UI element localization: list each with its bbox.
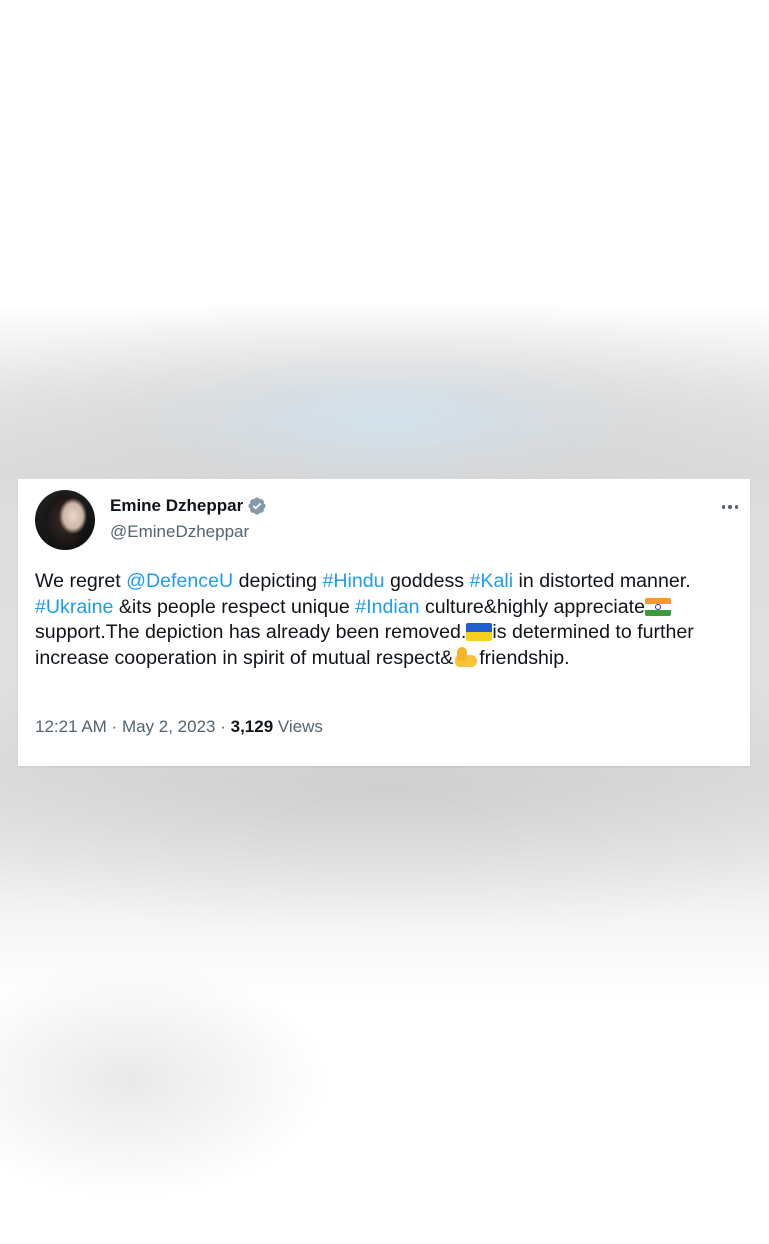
tweet-meta: 12:21 AM · May 2, 2023 · 3,129 Views [35,717,323,737]
text-segment: We regret [35,570,127,592]
text-segment: in distorted manner. [513,570,691,592]
dot-icon [721,505,726,509]
views-count: 3,129 [230,717,274,736]
dot-icon [734,505,739,509]
meta-separator: · [106,717,122,736]
text-segment: support.The depiction has already been r… [35,621,467,644]
avatar[interactable] [35,490,95,550]
tweet-text: We regret @DefenceU depicting #Hindu god… [35,569,735,671]
more-options-icon[interactable] [718,495,742,519]
author-handle[interactable]: @EmineDzheppar [110,522,249,542]
ukraine-flag-icon [466,623,493,642]
tweet-card[interactable]: Emine Dzheppar @EmineDzheppar We regret … [18,479,750,766]
text-segment: culture&highly appreciate [419,595,646,618]
hashtag-link[interactable]: #Kali [470,570,514,592]
hashtag-link[interactable]: #Ukraine [35,596,113,618]
views-label: Views [273,717,323,736]
dot-icon [728,505,732,509]
text-segment: depicting [233,570,323,592]
hashtag-link[interactable]: #Hindu [322,570,384,592]
author-display-name[interactable]: Emine Dzheppar [110,496,243,516]
hashtag-link[interactable]: #Indian [355,596,419,618]
text-segment: &its people respect unique [113,595,356,618]
text-segment: friendship. [479,646,570,669]
meta-separator: · [215,717,231,736]
verified-badge-icon [248,497,266,515]
text-segment: goddess [384,570,470,592]
tweet-date[interactable]: May 2, 2023 [122,717,216,737]
flexed-biceps-icon [453,646,479,668]
mention-link[interactable]: @DefenceU [126,570,233,592]
author-row: Emine Dzheppar [110,496,267,516]
tweet-time[interactable]: 12:21 AM [35,717,107,737]
india-flag-icon [645,597,672,616]
